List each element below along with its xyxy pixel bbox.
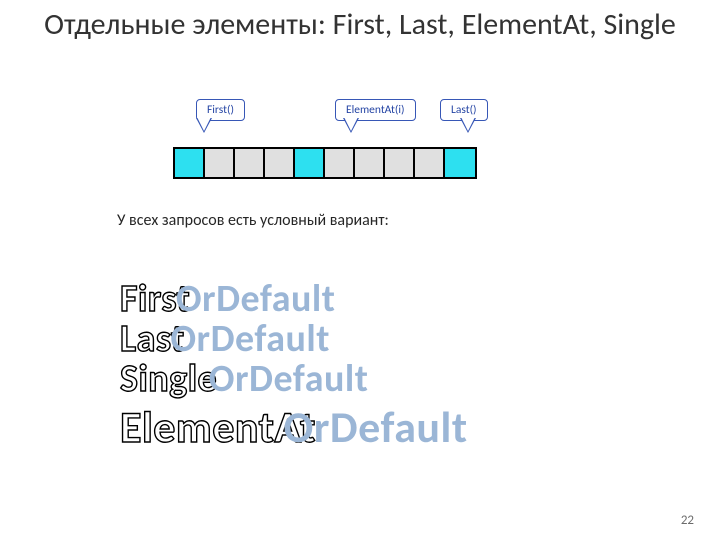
method-suffix-single: OrDefault bbox=[209, 356, 369, 402]
array-cell bbox=[325, 149, 355, 177]
method-row-elementat: ElementAt OrDefault bbox=[120, 400, 468, 454]
callout-last-label: Last() bbox=[451, 103, 477, 117]
slide-title: Отдельные элементы: First, Last, Element… bbox=[0, 8, 720, 43]
array-cell bbox=[385, 149, 415, 177]
array-diagram bbox=[173, 147, 477, 179]
callout-first-tail bbox=[197, 117, 211, 131]
array-cell bbox=[415, 149, 445, 177]
array-cell bbox=[175, 149, 205, 177]
array-cell bbox=[445, 149, 475, 177]
array-cell bbox=[295, 149, 325, 177]
method-suffix-elementat: OrDefault bbox=[284, 400, 468, 454]
callout-elementat-label: ElementAt(i) bbox=[346, 103, 405, 117]
callout-elementat-tail bbox=[344, 117, 358, 131]
method-name-single: Single bbox=[120, 356, 217, 402]
conditional-note: У всех запросов есть условный вариант: bbox=[117, 211, 407, 230]
array-cell bbox=[235, 149, 265, 177]
array-cell bbox=[205, 149, 235, 177]
method-row-single: Single OrDefault bbox=[120, 356, 368, 402]
slide: Отдельные элементы: First, Last, Element… bbox=[0, 0, 720, 540]
callout-first-label: First() bbox=[207, 103, 234, 117]
callout-last-tail bbox=[461, 117, 475, 131]
page-number: 22 bbox=[681, 513, 694, 528]
array-cell bbox=[265, 149, 295, 177]
array-cell bbox=[355, 149, 385, 177]
